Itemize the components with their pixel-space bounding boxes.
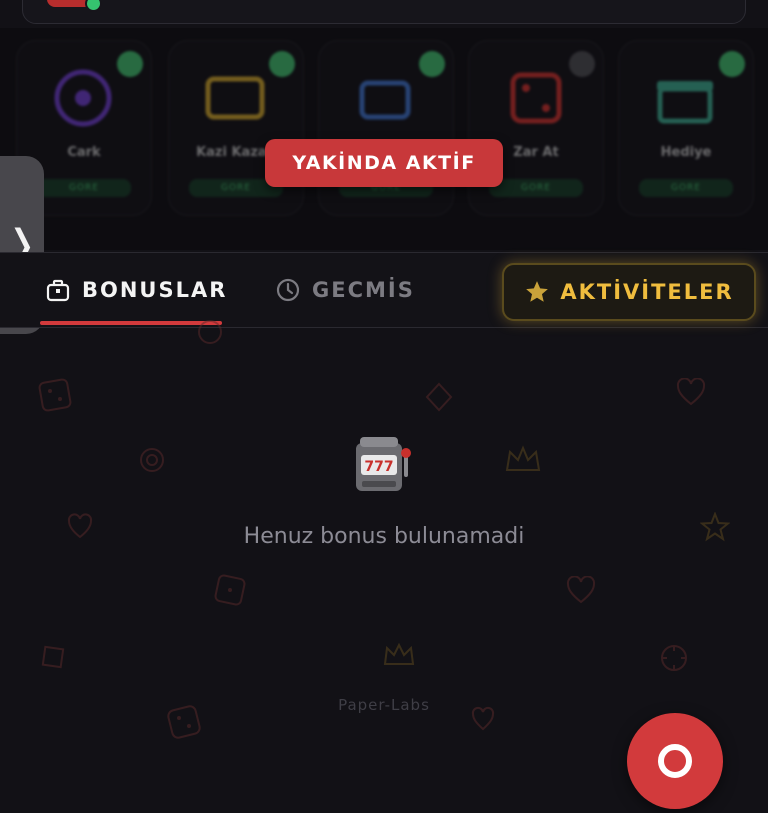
diamond-icon — [425, 382, 453, 412]
game-badge — [117, 51, 143, 77]
game-button[interactable]: GORE — [639, 179, 733, 197]
tab-label: GECMİS — [312, 278, 415, 302]
chip-icon — [661, 645, 687, 671]
tab-gecmis[interactable]: GECMİS — [276, 253, 415, 327]
game-card-scratch: Kazi Kazan GORE — [168, 40, 304, 216]
chip-icon — [198, 320, 222, 344]
floating-action-button[interactable] — [627, 713, 723, 809]
game-card-slot: GORE — [318, 40, 454, 216]
activities-button[interactable]: AKTİVİTELER — [502, 263, 756, 321]
mini-games-strip: Cark GORE Kazi Kazan GORE GORE Zar At GO… — [0, 28, 768, 250]
star-icon — [526, 281, 549, 302]
wheel-icon — [54, 69, 112, 127]
dice-icon — [214, 574, 246, 606]
tab-bonuslar[interactable]: BONUSLAR — [46, 253, 227, 327]
game-badge — [419, 51, 445, 77]
gift-bag-icon — [46, 279, 70, 302]
coming-soon-badge: YAKİNDA AKTİF — [265, 139, 503, 187]
game-badge — [569, 51, 595, 77]
empty-state-message: Henuz bonus bulunamadi — [243, 524, 525, 549]
clock-icon — [276, 278, 300, 302]
slot-machine-icon: 777 — [356, 437, 411, 491]
game-label: Hediye — [660, 145, 712, 160]
crown-icon — [383, 642, 415, 665]
activities-label: AKTİVİTELER — [560, 280, 734, 304]
svg-text:777: 777 — [364, 459, 393, 475]
top-card — [22, 0, 746, 24]
chip-icon — [140, 448, 164, 472]
dice-icon — [38, 378, 72, 412]
game-badge — [719, 51, 745, 77]
status-dot — [85, 0, 102, 12]
game-badge — [269, 51, 295, 77]
ticket-icon — [205, 76, 265, 120]
active-tab-indicator — [40, 321, 222, 325]
tab-label: BONUSLAR — [82, 278, 228, 302]
game-card-dice: Zar At GORE — [468, 40, 604, 216]
game-card-gift: Hediye GORE — [618, 40, 754, 216]
game-button[interactable]: GORE — [37, 179, 131, 197]
crown-icon — [505, 445, 541, 471]
game-button[interactable]: GORE — [489, 179, 583, 197]
brand-watermark: Paper-Labs — [338, 696, 430, 714]
heart-icon — [566, 576, 596, 604]
heart-icon — [676, 378, 706, 406]
dice-icon — [510, 72, 562, 124]
support-icon — [658, 744, 692, 778]
gift-icon — [657, 81, 713, 124]
tabs-bar: BONUSLAR GECMİS AKTİVİTELER — [0, 252, 768, 328]
diamond-icon — [41, 645, 65, 669]
machine-icon — [359, 80, 411, 120]
game-label: Cark — [67, 145, 101, 160]
